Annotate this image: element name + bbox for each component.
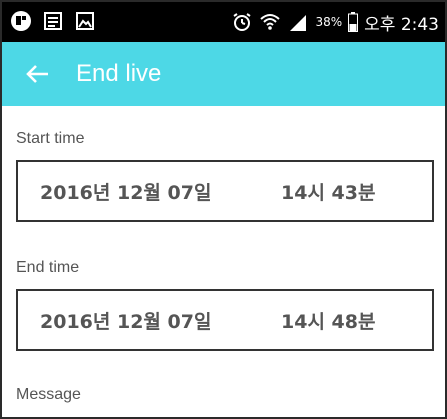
battery-percent: 38% xyxy=(315,15,343,29)
end-time-field[interactable]: 2016년 12월 07일 14시 48분 xyxy=(16,289,434,351)
start-time-field[interactable]: 2016년 12월 07일 14시 43분 xyxy=(16,160,434,222)
message-icon xyxy=(44,12,62,30)
end-time-label: End time xyxy=(16,259,80,276)
status-bar-left xyxy=(10,10,96,32)
end-date-value[interactable]: 2016년 12월 07일 xyxy=(40,307,211,334)
end-time-value[interactable]: 14시 48분 xyxy=(281,307,375,334)
notification-app-icon xyxy=(11,11,31,31)
status-bar: 38% 오후 2:43 xyxy=(2,2,445,42)
start-date-value[interactable]: 2016년 12월 07일 xyxy=(40,178,211,205)
image-icon xyxy=(76,12,94,30)
status-bar-right: 38% 오후 2:43 xyxy=(231,8,439,36)
app-bar: End live xyxy=(2,42,445,106)
arrow-left-icon[interactable] xyxy=(24,60,52,88)
start-time-value[interactable]: 14시 43분 xyxy=(281,178,375,205)
alarm-icon xyxy=(233,13,252,31)
end-live-form: Start time 2016년 12월 07일 14시 43분 End tim… xyxy=(2,106,445,417)
battery-icon xyxy=(348,12,359,32)
page-title: End live xyxy=(76,60,162,87)
screen: 38% 오후 2:43 End live Start time 2016년 12… xyxy=(0,0,447,419)
start-time-label: Start time xyxy=(16,130,85,147)
message-label: Message xyxy=(16,386,81,403)
wifi-icon xyxy=(260,14,281,30)
signal-icon xyxy=(290,15,307,31)
clock: 오후 2:43 xyxy=(364,14,439,35)
